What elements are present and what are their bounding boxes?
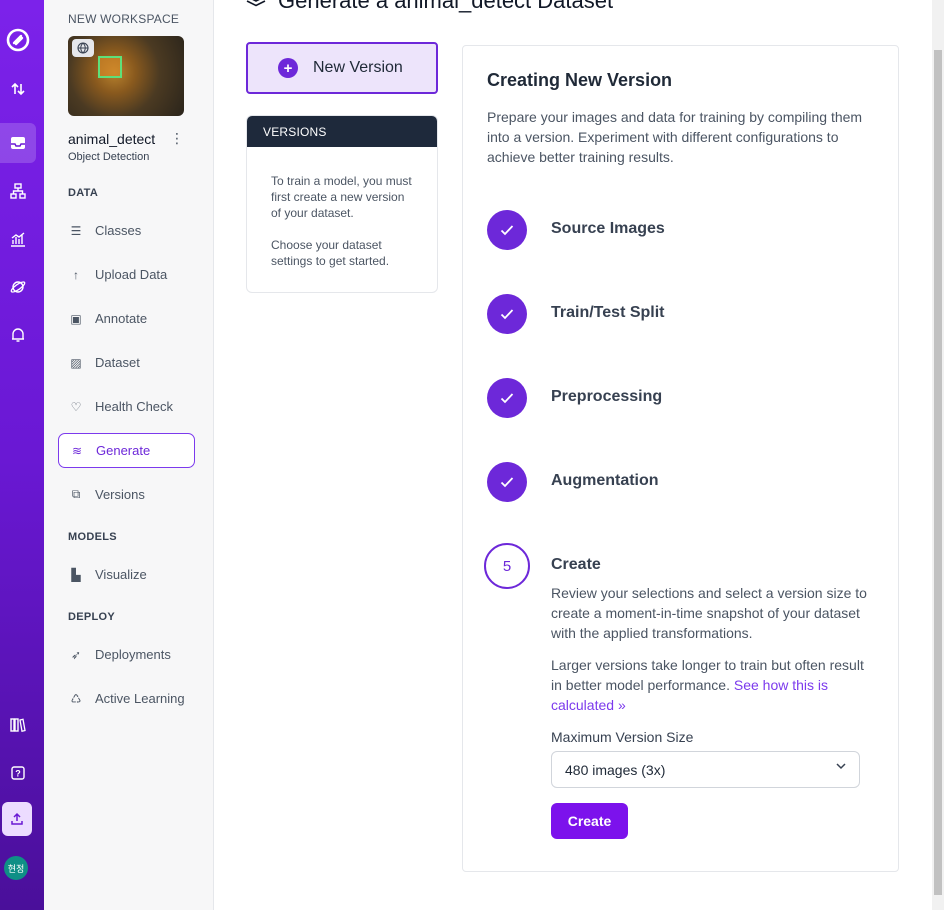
workspace-label[interactable]: NEW WORKSPACE <box>68 12 179 26</box>
sidebar-item-upload[interactable]: ↑ Upload Data <box>58 257 195 292</box>
analytics-icon[interactable] <box>0 221 36 257</box>
recycle-icon: ♺ <box>70 691 82 706</box>
upload-icon[interactable] <box>2 802 32 836</box>
sidebar-item-active-learning[interactable]: ♺ Active Learning <box>58 681 195 716</box>
scrollbar-thumb[interactable] <box>934 50 942 895</box>
create-button[interactable]: Create <box>551 803 628 839</box>
sidebar-item-visualize[interactable]: ▙ Visualize <box>58 557 195 592</box>
page-scrollbar[interactable] <box>932 0 944 910</box>
double-chevron-right-icon: » <box>617 697 626 713</box>
version-size-value: 480 images (3x) <box>565 761 666 778</box>
creating-version-card: Creating New Version Prepare your images… <box>462 45 899 872</box>
project-name: animal_detect <box>68 131 156 147</box>
sidebar-item-label: Annotate <box>95 311 148 326</box>
page-title-text: Generate a animal_detect Dataset <box>278 0 614 13</box>
sidebar-item-label: Versions <box>95 487 145 502</box>
inbox-icon[interactable] <box>0 123 36 163</box>
more-options-icon[interactable]: ⋮ <box>170 130 184 147</box>
versions-hint-text: Choose your dataset settings to get star… <box>271 238 390 268</box>
create-description: Review your selections and select a vers… <box>551 585 867 641</box>
layers-icon <box>246 0 266 12</box>
planet-icon[interactable] <box>0 269 36 305</box>
plus-icon: + <box>278 58 298 78</box>
books-icon[interactable] <box>0 707 36 743</box>
section-models: MODELS <box>68 531 117 543</box>
sidebar-item-label: Visualize <box>95 567 147 582</box>
step-complete-icon[interactable] <box>487 210 527 250</box>
card-description: Prepare your images and data for trainin… <box>487 109 863 165</box>
step-complete-icon[interactable] <box>487 462 527 502</box>
step-preprocessing[interactable]: Preprocessing <box>551 388 662 406</box>
arrow-up-icon: ↑ <box>73 267 79 282</box>
step-train-test-split[interactable]: Train/Test Split <box>551 304 665 322</box>
versions-panel: VERSIONS To train a model, you must firs… <box>246 115 438 293</box>
sidebar-item-versions[interactable]: ⧉ Versions <box>58 477 195 512</box>
help-icon[interactable]: ? <box>0 755 36 791</box>
step-complete-icon[interactable] <box>487 294 527 334</box>
hierarchy-icon[interactable] <box>0 173 36 209</box>
bell-icon[interactable] <box>0 317 36 353</box>
sidebar-item-classes[interactable]: ☰ Classes <box>58 213 195 248</box>
new-version-label: New Version <box>313 59 403 76</box>
project-thumbnail[interactable] <box>68 36 184 116</box>
image-icon: ▨ <box>70 355 82 370</box>
app-rail: ? 현정 <box>0 0 44 910</box>
sidebar-item-dataset[interactable]: ▨ Dataset <box>58 345 195 380</box>
sidebar-item-label: Deployments <box>95 647 171 662</box>
project-type: Object Detection <box>68 151 150 163</box>
step-number-badge: 5 <box>484 543 530 589</box>
swap-icon[interactable] <box>0 71 36 107</box>
section-deploy: DEPLOY <box>68 611 116 623</box>
sidebar-item-deployments[interactable]: ➶ Deployments <box>58 637 195 672</box>
svg-text:?: ? <box>15 769 21 779</box>
card-title: Creating New Version <box>487 70 673 90</box>
sidebar-item-health-check[interactable]: ♡ Health Check <box>58 389 195 424</box>
sidebar-item-label: Health Check <box>95 399 174 414</box>
list-icon: ☰ <box>70 223 82 238</box>
sidebar-item-label: Generate <box>96 443 151 458</box>
project-sidebar: NEW WORKSPACE animal_detect ⋮ Object Det… <box>44 0 214 910</box>
step-create: Create <box>551 556 601 573</box>
page-title: Generate a animal_detect Dataset <box>246 0 613 14</box>
sidebar-item-label: Active Learning <box>95 691 185 706</box>
heartbeat-icon: ♡ <box>70 399 82 414</box>
sidebar-item-label: Upload Data <box>95 267 168 282</box>
sidebar-item-label: Dataset <box>95 355 140 370</box>
annotate-icon: ▣ <box>70 311 82 326</box>
logo-icon[interactable] <box>0 22 36 58</box>
versions-icon: ⧉ <box>71 487 81 501</box>
step-augmentation[interactable]: Augmentation <box>551 472 659 490</box>
step-complete-icon[interactable] <box>487 378 527 418</box>
avatar[interactable]: 현정 <box>4 856 28 880</box>
layers-icon: ≋ <box>71 443 83 458</box>
chart-icon: ▙ <box>71 567 81 582</box>
rocket-icon: ➶ <box>70 647 82 662</box>
sidebar-item-label: Classes <box>95 223 142 238</box>
sidebar-item-annotate[interactable]: ▣ Annotate <box>58 301 195 336</box>
versions-empty-text: To train a model, you must first create … <box>271 174 412 220</box>
version-size-label: Maximum Version Size <box>551 729 694 745</box>
new-version-button[interactable]: + New Version <box>246 42 438 94</box>
sidebar-item-generate[interactable]: ≋ Generate <box>58 433 195 468</box>
section-data: DATA <box>68 187 99 199</box>
globe-icon <box>72 39 94 57</box>
create-note: Larger versions take longer to train but… <box>551 655 876 715</box>
step-source-images[interactable]: Source Images <box>551 220 665 238</box>
chevron-down-icon <box>835 760 847 775</box>
annotation-box <box>98 56 122 78</box>
version-size-select[interactable]: 480 images (3x) <box>551 751 860 788</box>
versions-header: VERSIONS <box>247 116 437 147</box>
